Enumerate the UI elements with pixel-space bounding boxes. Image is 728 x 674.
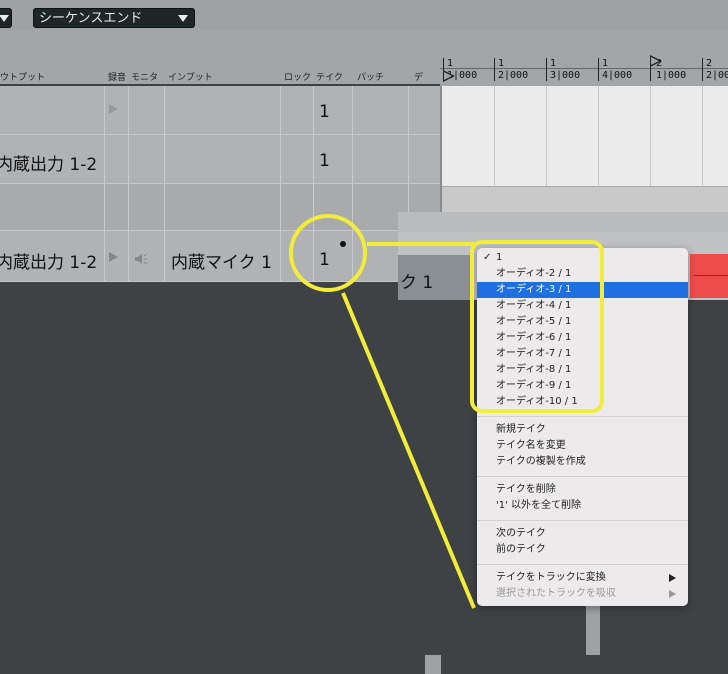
callout-box	[470, 240, 604, 413]
callout-circle	[289, 214, 367, 292]
callout-lines	[341, 242, 476, 609]
